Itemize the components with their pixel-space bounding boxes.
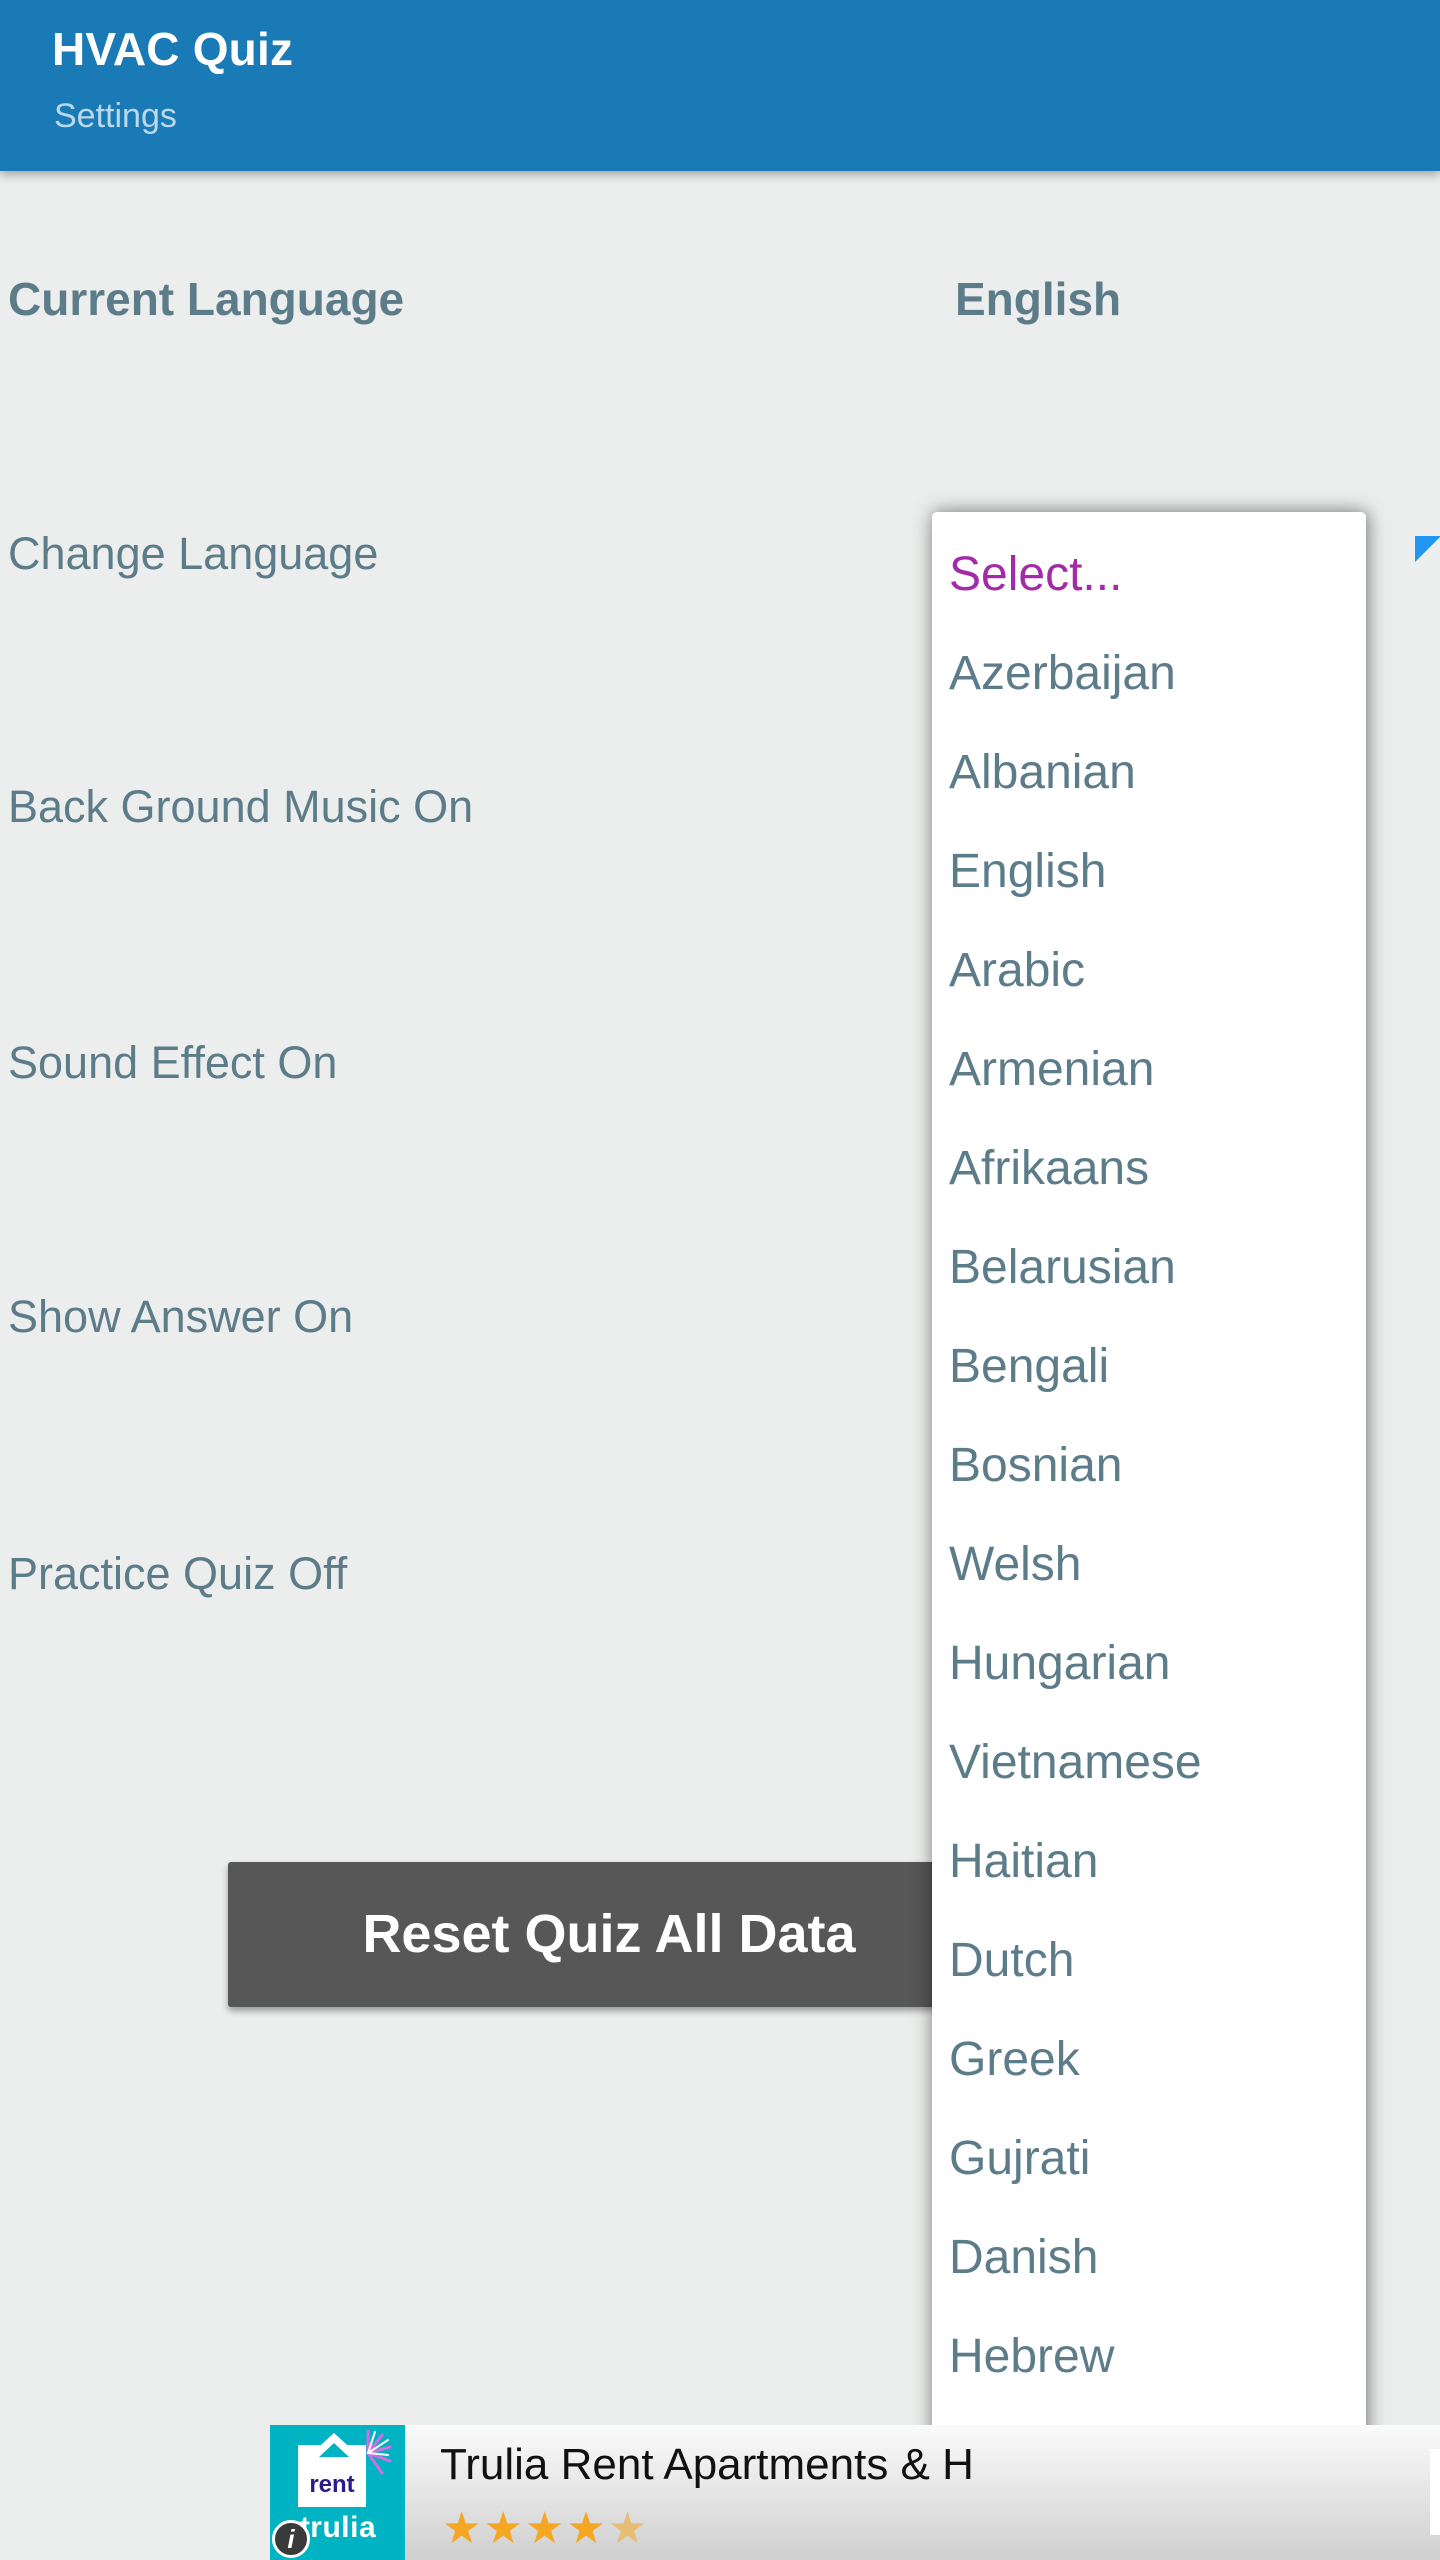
chevron-down-icon[interactable] bbox=[1415, 536, 1440, 562]
dropdown-item-danish[interactable]: Danish bbox=[932, 2208, 1366, 2307]
ad-icon-rent-label: rent bbox=[309, 2471, 355, 2498]
app-title: HVAC Quiz bbox=[52, 23, 294, 75]
dropdown-item-vietnamese[interactable]: Vietnamese bbox=[932, 1713, 1366, 1812]
setting-label-sound-effect: Sound Effect On bbox=[8, 1037, 338, 1088]
dropdown-item-hebrew[interactable]: Hebrew bbox=[932, 2307, 1366, 2406]
house-roof-inner-shape bbox=[319, 2443, 349, 2457]
dropdown-item-azerbaijan[interactable]: Azerbaijan bbox=[932, 624, 1366, 723]
setting-label-current-language: Current Language bbox=[8, 273, 405, 325]
ad-title: Trulia Rent Apartments & H bbox=[440, 2440, 974, 2489]
app-subtitle: Settings bbox=[54, 97, 177, 135]
setting-label-background-music: Back Ground Music On bbox=[8, 781, 474, 832]
setting-value-current-language: English bbox=[955, 273, 1122, 325]
dropdown-item-hungarian[interactable]: Hungarian bbox=[932, 1614, 1366, 1713]
dropdown-item-english[interactable]: English bbox=[932, 822, 1366, 921]
info-icon[interactable]: i bbox=[272, 2520, 310, 2558]
ad-right-edge-decoration bbox=[1430, 2449, 1440, 2535]
dropdown-item-arabic[interactable]: Arabic bbox=[932, 921, 1366, 1020]
dropdown-item-albanian[interactable]: Albanian bbox=[932, 723, 1366, 822]
dropdown-item-dutch[interactable]: Dutch bbox=[932, 1911, 1366, 2010]
ad-rating-stars: ★★★★★ bbox=[442, 2504, 650, 2553]
dropdown-item-bengali[interactable]: Bengali bbox=[932, 1317, 1366, 1416]
dropdown-item-belarusian[interactable]: Belarusian bbox=[932, 1218, 1366, 1317]
setting-label-change-language: Change Language bbox=[8, 528, 379, 579]
ad-banner[interactable]: rent trulia i Trulia Rent Apartments & H… bbox=[270, 2425, 1440, 2560]
app-screen: HVAC Quiz Settings Current Language Engl… bbox=[0, 0, 1440, 2560]
dropdown-item-afrikaans[interactable]: Afrikaans bbox=[932, 1119, 1366, 1218]
dropdown-item-placeholder[interactable]: Select... bbox=[932, 525, 1366, 624]
ad-rating-half-star: ★ bbox=[607, 2504, 650, 2553]
language-dropdown-list[interactable]: Select... Azerbaijan Albanian English Arabic… bbox=[932, 512, 1366, 2560]
dropdown-item-gujrati[interactable]: Gujrati bbox=[932, 2109, 1366, 2208]
setting-label-practice-quiz: Practice Quiz Off bbox=[8, 1548, 348, 1599]
setting-label-show-answer: Show Answer On bbox=[8, 1291, 354, 1342]
action-bar: HVAC Quiz Settings bbox=[0, 0, 1440, 171]
setting-row-current-language[interactable]: Current Language English bbox=[0, 262, 1440, 336]
dropdown-item-haitian[interactable]: Haitian bbox=[932, 1812, 1366, 1911]
dropdown-item-bosnian[interactable]: Bosnian bbox=[932, 1416, 1366, 1515]
dropdown-item-greek[interactable]: Greek bbox=[932, 2010, 1366, 2109]
dropdown-item-welsh[interactable]: Welsh bbox=[932, 1515, 1366, 1614]
dropdown-item-armenian[interactable]: Armenian bbox=[932, 1020, 1366, 1119]
reset-quiz-all-data-button[interactable]: Reset Quiz All Data bbox=[228, 1862, 990, 2007]
